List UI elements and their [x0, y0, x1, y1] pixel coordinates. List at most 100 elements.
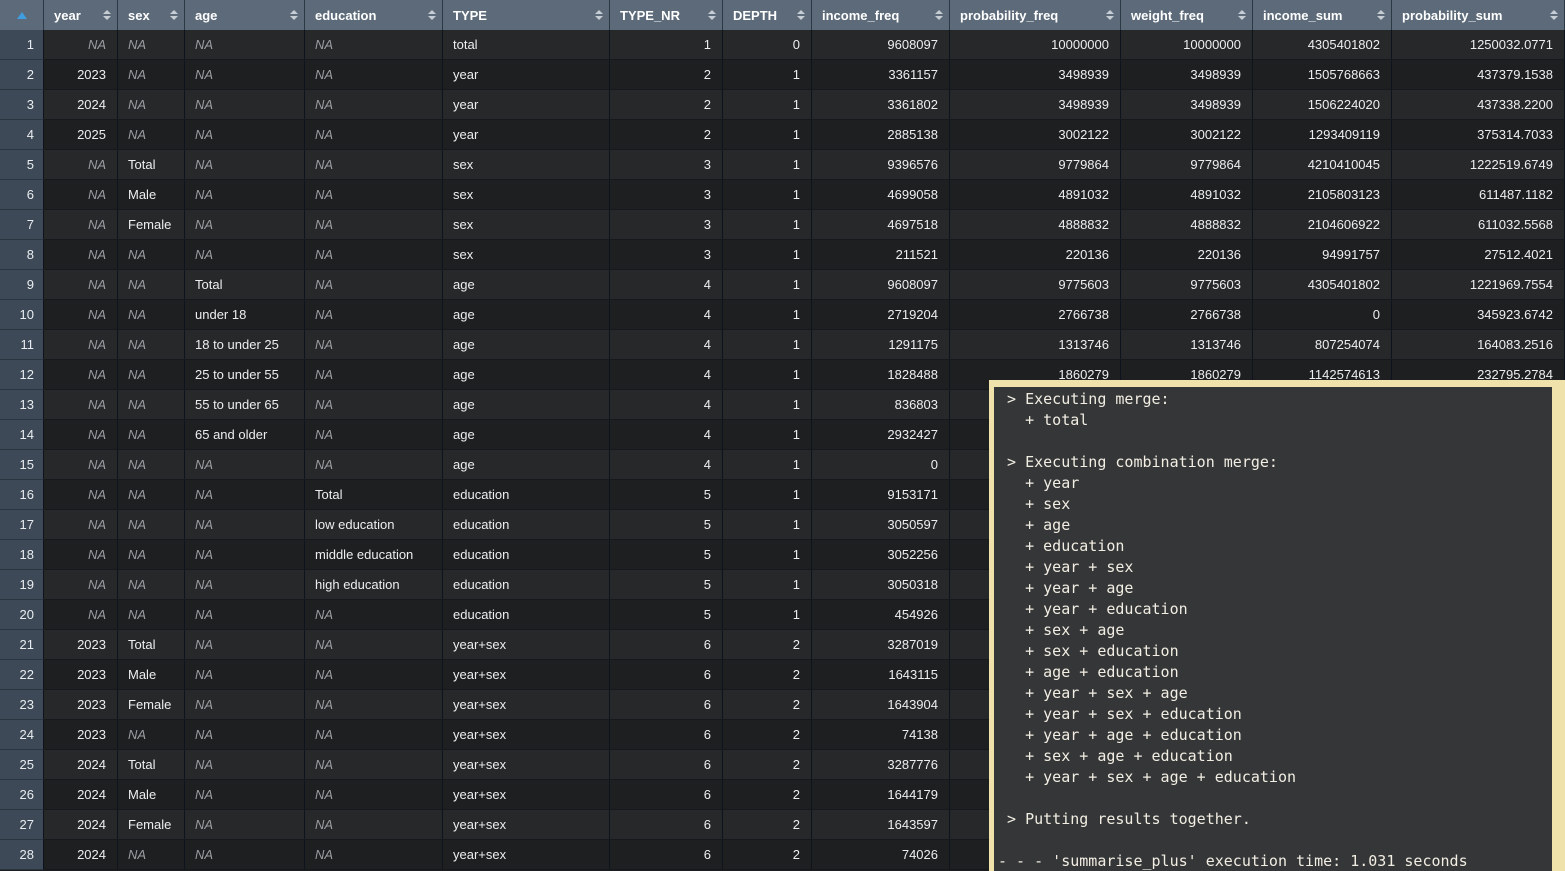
cell-TYPE_NR: 5	[610, 600, 723, 629]
column-header-education[interactable]: education	[305, 0, 443, 30]
cell-DEPTH: 1	[723, 270, 812, 299]
cell-year: NA	[44, 30, 118, 59]
cell-probability_sum: 27512.4021	[1392, 240, 1565, 269]
cell-income_freq: 4699058	[812, 180, 950, 209]
column-header-age[interactable]: age	[185, 0, 305, 30]
cell-DEPTH: 1	[723, 330, 812, 359]
cell-probability_sum: 345923.6742	[1392, 300, 1565, 329]
cell-sex: NA	[118, 600, 185, 629]
cell-age: NA	[185, 630, 305, 659]
table-row: 6NAMaleNANAsex31469905848910324891032210…	[0, 180, 1565, 210]
column-header-probability_freq[interactable]: probability_freq	[950, 0, 1121, 30]
cell-TYPE_NR: 3	[610, 180, 723, 209]
cell-year: NA	[44, 510, 118, 539]
row-number: 20	[0, 600, 44, 630]
cell-TYPE: year+sex	[443, 780, 610, 809]
cell-DEPTH: 1	[723, 120, 812, 149]
cell-probability_sum: 611032.5568	[1392, 210, 1565, 239]
cell-income_sum: 2104606922	[1253, 210, 1392, 239]
cell-education: NA	[305, 630, 443, 659]
cell-year: 2023	[44, 720, 118, 749]
table-row: 22023NANANAyear2133611573498939349893915…	[0, 60, 1565, 90]
cell-weight_freq: 9779864	[1121, 150, 1253, 179]
row-number: 17	[0, 510, 44, 540]
column-header-DEPTH[interactable]: DEPTH	[723, 0, 812, 30]
cell-income_freq: 74026	[812, 840, 950, 869]
row-number-column-header[interactable]	[0, 0, 44, 30]
cell-income_freq: 2719204	[812, 300, 950, 329]
column-header-year[interactable]: year	[44, 0, 118, 30]
cell-income_freq: 3052256	[812, 540, 950, 569]
column-header-TYPE[interactable]: TYPE	[443, 0, 610, 30]
cell-year: NA	[44, 570, 118, 599]
row-number: 28	[0, 840, 44, 870]
cell-DEPTH: 1	[723, 60, 812, 89]
cell-sex: Total	[118, 750, 185, 779]
cell-weight_freq: 3498939	[1121, 60, 1253, 89]
column-header-probability_sum[interactable]: probability_sum	[1392, 0, 1565, 30]
cell-income_freq: 3361157	[812, 60, 950, 89]
cell-DEPTH: 1	[723, 180, 812, 209]
column-header-sex[interactable]: sex	[118, 0, 185, 30]
cell-income_freq: 2932427	[812, 420, 950, 449]
console-overlay: > Executing merge: + total > Executing c…	[989, 380, 1565, 871]
cell-education: NA	[305, 330, 443, 359]
cell-income_freq: 1643904	[812, 690, 950, 719]
cell-age: NA	[185, 30, 305, 59]
cell-TYPE_NR: 2	[610, 120, 723, 149]
cell-DEPTH: 1	[723, 450, 812, 479]
cell-TYPE_NR: 4	[610, 330, 723, 359]
column-header-income_sum[interactable]: income_sum	[1253, 0, 1392, 30]
cell-probability_sum: 1222519.6749	[1392, 150, 1565, 179]
row-number: 22	[0, 660, 44, 690]
column-header-label: TYPE	[453, 8, 487, 23]
cell-sex: Female	[118, 810, 185, 839]
cell-year: 2024	[44, 810, 118, 839]
cell-TYPE_NR: 6	[610, 690, 723, 719]
cell-sex: NA	[118, 390, 185, 419]
cell-education: NA	[305, 210, 443, 239]
table-row: 1NANANANAtotal10960809710000000100000004…	[0, 30, 1565, 60]
cell-education: NA	[305, 120, 443, 149]
sort-icon	[1238, 10, 1246, 20]
cell-age: 55 to under 65	[185, 390, 305, 419]
cell-TYPE: year	[443, 90, 610, 119]
cell-sex: NA	[118, 30, 185, 59]
cell-education: NA	[305, 450, 443, 479]
table-row: 8NANANANAsex3121152122013622013694991757…	[0, 240, 1565, 270]
cell-age: NA	[185, 660, 305, 689]
cell-age: NA	[185, 570, 305, 599]
column-header-income_freq[interactable]: income_freq	[812, 0, 950, 30]
cell-probability_freq: 9775603	[950, 270, 1121, 299]
cell-sex: NA	[118, 60, 185, 89]
cell-DEPTH: 1	[723, 540, 812, 569]
column-header-TYPE_NR[interactable]: TYPE_NR	[610, 0, 723, 30]
cell-income_sum: 1505768663	[1253, 60, 1392, 89]
cell-TYPE: total	[443, 30, 610, 59]
sort-icon	[1106, 10, 1114, 20]
cell-probability_freq: 4888832	[950, 210, 1121, 239]
cell-TYPE_NR: 6	[610, 780, 723, 809]
cell-income_freq: 1828488	[812, 360, 950, 389]
row-number: 2	[0, 60, 44, 90]
cell-year: NA	[44, 420, 118, 449]
column-header-label: education	[315, 8, 376, 23]
sort-icon	[170, 10, 178, 20]
cell-age: NA	[185, 180, 305, 209]
cell-TYPE: sex	[443, 150, 610, 179]
column-header-label: age	[195, 8, 217, 23]
cell-year: 2024	[44, 750, 118, 779]
cell-age: NA	[185, 600, 305, 629]
cell-age: 18 to under 25	[185, 330, 305, 359]
cell-year: 2024	[44, 780, 118, 809]
cell-income_freq: 0	[812, 450, 950, 479]
cell-TYPE_NR: 5	[610, 480, 723, 509]
cell-TYPE_NR: 4	[610, 270, 723, 299]
cell-age: NA	[185, 840, 305, 869]
cell-sex: NA	[118, 570, 185, 599]
cell-TYPE: age	[443, 360, 610, 389]
column-header-weight_freq[interactable]: weight_freq	[1121, 0, 1253, 30]
cell-education: NA	[305, 60, 443, 89]
table-row: 10NANAunder 18NAage412719204276673827667…	[0, 300, 1565, 330]
column-header-label: income_sum	[1263, 8, 1342, 23]
